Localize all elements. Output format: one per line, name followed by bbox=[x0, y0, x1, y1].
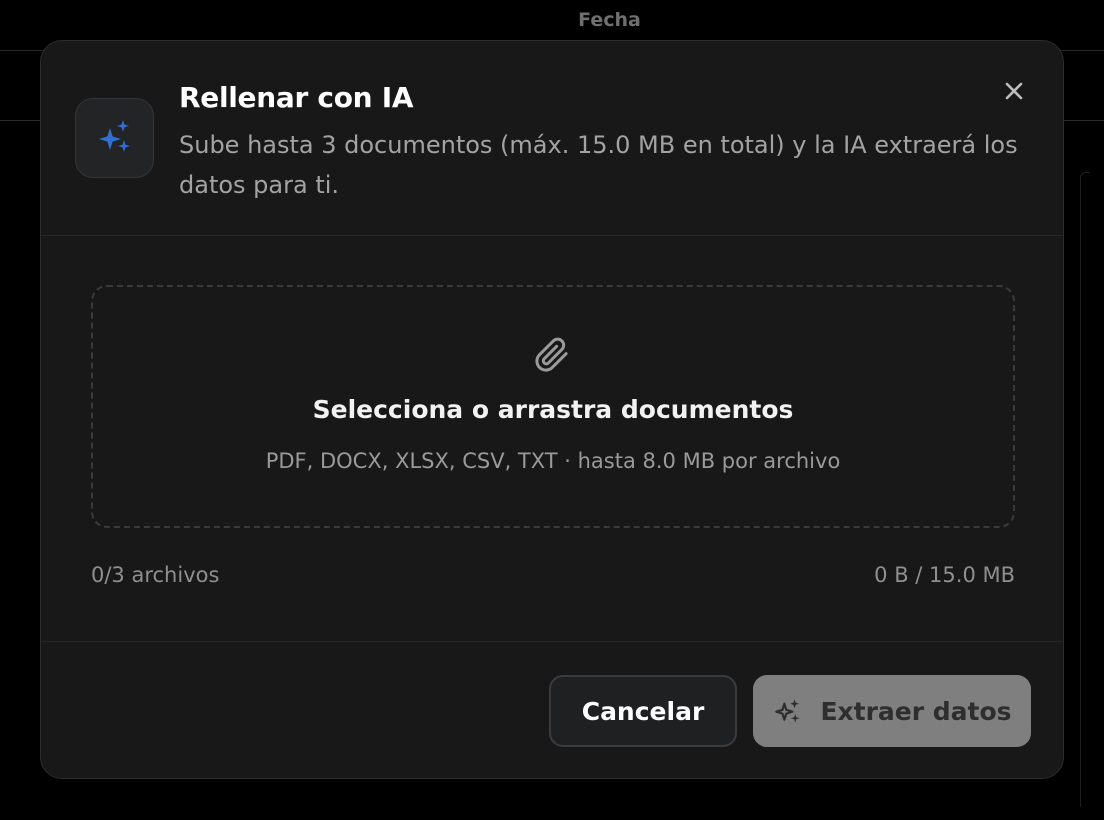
file-count: 0/3 archivos bbox=[91, 563, 220, 587]
extract-data-button[interactable]: Extraer datos bbox=[753, 675, 1031, 747]
close-button[interactable] bbox=[999, 76, 1029, 106]
side-panel-edge bbox=[1080, 172, 1090, 807]
dialog-subtitle: Sube hasta 3 documentos (máx. 15.0 MB en… bbox=[179, 131, 1018, 199]
extract-label: Extraer datos bbox=[820, 696, 1012, 726]
cancel-label: Cancelar bbox=[581, 696, 705, 726]
size-usage: 0 B / 15.0 MB bbox=[874, 563, 1015, 587]
file-dropzone[interactable]: Selecciona o arrastra documentos PDF, DO… bbox=[91, 285, 1015, 528]
ai-icon-box bbox=[75, 98, 154, 178]
header-divider bbox=[41, 235, 1063, 236]
paperclip-icon bbox=[534, 337, 570, 373]
footer-divider bbox=[41, 641, 1063, 642]
dropzone-title: Selecciona o arrastra documentos bbox=[312, 395, 794, 424]
cancel-button[interactable]: Cancelar bbox=[549, 675, 737, 747]
column-header-fecha: Fecha bbox=[578, 9, 641, 31]
ai-fill-dialog: Rellenar con IA Sube hasta 3 documentos … bbox=[40, 40, 1064, 779]
close-icon bbox=[1004, 81, 1024, 101]
sparkles-icon bbox=[93, 116, 137, 160]
dropzone-hint: PDF, DOCX, XLSX, CSV, TXT · hasta 8.0 MB… bbox=[265, 449, 841, 473]
sparkles-icon bbox=[772, 695, 804, 727]
dialog-title: Rellenar con IA bbox=[179, 81, 414, 114]
